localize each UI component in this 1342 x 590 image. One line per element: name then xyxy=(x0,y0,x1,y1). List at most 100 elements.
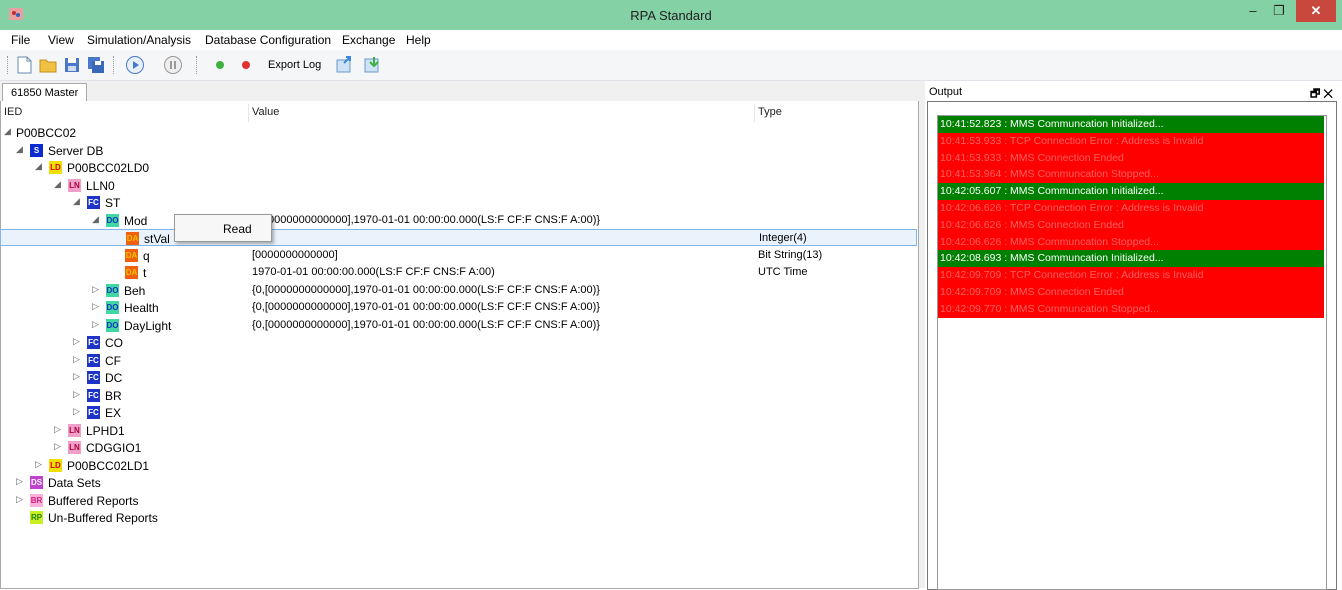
collapsed-arrow-icon[interactable]: ▷ xyxy=(54,441,61,452)
collapsed-arrow-icon[interactable]: ▷ xyxy=(73,336,80,347)
menu-view[interactable]: View xyxy=(48,33,74,47)
collapsed-arrow-icon[interactable]: ▷ xyxy=(35,459,42,470)
menu-help[interactable]: Help xyxy=(406,33,431,47)
tree-row[interactable]: ▷ DO DayLight {0,[0000000000000],1970-01-01… xyxy=(0,317,917,334)
maximize-button[interactable]: ❐ xyxy=(1266,0,1292,22)
tree-node-label: CF xyxy=(105,353,121,368)
collapsed-arrow-icon[interactable]: ▷ xyxy=(92,284,99,295)
tab-61850-master[interactable]: 61850 Master xyxy=(2,83,88,102)
log-line: 10:42:06.626 : TCP Connection Error : Ad… xyxy=(938,200,1324,217)
tree-row[interactable]: ◢ LN LLN0 xyxy=(0,177,917,194)
tree-row[interactable]: ◢ FC ST xyxy=(0,194,917,211)
menu-exchange[interactable]: Exchange xyxy=(342,33,395,47)
column-header-ied[interactable]: IED xyxy=(4,106,22,118)
tree-row[interactable]: ◢ LD P00BCC02LD0 xyxy=(0,159,917,176)
tree-row[interactable]: ▷ DO Beh {0,[0000000000000],1970-01-01 00:0… xyxy=(0,282,917,299)
tree-node-label: Beh xyxy=(124,283,146,298)
collapsed-arrow-icon[interactable]: ▷ xyxy=(73,354,80,365)
fc-badge-icon: FC xyxy=(87,353,100,367)
collapsed-arrow-icon[interactable]: ▷ xyxy=(73,371,80,382)
tree-node-type: Integer(4) xyxy=(759,232,807,244)
tree-row[interactable]: DA q [0000000000000] Bit String(13) xyxy=(0,247,917,264)
minimize-button[interactable]: – xyxy=(1240,0,1266,22)
do-badge-icon: DO xyxy=(106,318,119,332)
expanded-arrow-icon[interactable]: ◢ xyxy=(4,126,11,137)
export-log-button[interactable]: Export Log xyxy=(268,59,321,71)
green-dot-icon[interactable] xyxy=(210,55,230,75)
log-line: 10:41:53.933 : TCP Connection Error : Ad… xyxy=(938,132,1324,150)
column-header-type[interactable]: Type xyxy=(758,106,782,118)
save-all-icon[interactable] xyxy=(86,55,106,75)
tree-row[interactable]: ▷ DO Health {0,[0000000000000],1970-01-01 0… xyxy=(0,299,917,316)
expanded-arrow-icon[interactable]: ◢ xyxy=(35,161,42,172)
tree-node-label: Health xyxy=(124,301,159,315)
collapsed-arrow-icon[interactable]: ▷ xyxy=(73,389,80,400)
tree-row[interactable]: DA t 1970-01-01 00:00:00.000(LS:F CF:F CNS… xyxy=(0,264,917,281)
tree-node-label: CDGGIO1 xyxy=(86,441,142,455)
tree-node-label: EX xyxy=(105,406,122,420)
collapsed-arrow-icon[interactable]: ▷ xyxy=(92,319,99,330)
collapsed-arrow-icon[interactable]: ▷ xyxy=(92,301,99,312)
tree-row[interactable]: RP Un-Buffered Reports xyxy=(0,509,917,526)
tree-row[interactable]: ▷ FC BR xyxy=(0,387,917,404)
context-menu-read[interactable]: Read xyxy=(223,222,252,236)
column-header-value[interactable]: Value xyxy=(252,106,279,118)
menu-database-configuration[interactable]: Database Configuration xyxy=(205,33,331,47)
collapsed-arrow-icon[interactable]: ▷ xyxy=(16,476,23,487)
log-line: 10:42:08.693 : MMS Communcation Initiali… xyxy=(938,250,1324,268)
toolbar-grip xyxy=(7,56,8,74)
collapsed-arrow-icon[interactable]: ▷ xyxy=(73,406,80,417)
toolbar-separator xyxy=(113,56,114,74)
do-badge-icon: DO xyxy=(106,301,119,314)
tree-row[interactable]: ◢ P00BCC02 xyxy=(0,124,917,141)
close-button[interactable]: ✕ xyxy=(1296,0,1336,22)
tree-row[interactable]: DAstVal0Integer(4) xyxy=(0,229,917,246)
expanded-arrow-icon[interactable]: ◢ xyxy=(54,179,61,190)
window-title: RPA Standard xyxy=(630,8,712,23)
play-icon[interactable] xyxy=(125,55,145,75)
context-menu: Read xyxy=(174,214,272,242)
expanded-arrow-icon[interactable]: ◢ xyxy=(73,196,80,207)
tree-node-label: LLN0 xyxy=(86,178,115,193)
tree-row[interactable]: ▷ LD P00BCC02LD1 xyxy=(0,457,917,474)
export-icon[interactable] xyxy=(334,55,354,75)
tab-strip: 61850 Master xyxy=(0,81,919,102)
tree-row[interactable]: ▷ BR Buffered Reports xyxy=(0,492,917,509)
tree-node-type: Bit String(13) xyxy=(758,248,823,261)
menu-simulation-analysis[interactable]: Simulation/Analysis xyxy=(87,33,191,47)
tree-row[interactable]: ▷ LN CDGGIO1 xyxy=(0,439,917,456)
tree-row[interactable]: ▷ FC EX xyxy=(0,404,917,421)
log-line: 10:42:06.626 : MMS Communcation Stopped.… xyxy=(938,233,1324,251)
expanded-arrow-icon[interactable]: ◢ xyxy=(16,144,23,155)
pane-splitter[interactable] xyxy=(919,81,925,588)
tree-node-label: ST xyxy=(105,196,121,210)
collapsed-arrow-icon[interactable]: ▷ xyxy=(16,494,23,505)
tree-row[interactable]: ▷ FC CO xyxy=(0,334,917,351)
da-badge-icon: DA xyxy=(126,232,139,245)
open-folder-icon[interactable] xyxy=(38,55,58,75)
log-line: 10:42:09.709 : TCP Connection Error : Ad… xyxy=(938,267,1324,285)
tree-node-value: 0000000000000],1970-01-01 00:00:00.000(L… xyxy=(268,213,601,226)
output-panel-header: Output 🗗 ✕ xyxy=(925,83,1342,101)
log-line: 10:41:52.823 : MMS Communcation Initiali… xyxy=(938,116,1324,133)
tree-row[interactable]: ◢ DO Mod 0000000000000],1970-01-01 00:00:00… xyxy=(0,212,917,229)
new-file-icon[interactable] xyxy=(14,55,34,75)
tree-node-label: P00BCC02 xyxy=(16,126,77,140)
column-separator[interactable] xyxy=(754,104,755,122)
tree-row[interactable]: ◢ S Server DB xyxy=(0,142,917,159)
tree-row[interactable]: ▷ FC CF xyxy=(0,352,917,369)
tree-row[interactable]: ▷ DS Data Sets xyxy=(0,474,917,491)
tree-node-value: [0000000000000] xyxy=(252,248,338,261)
collapsed-arrow-icon[interactable]: ▷ xyxy=(54,424,61,435)
menu-file[interactable]: File xyxy=(11,33,30,47)
tree-row[interactable]: ▷ LN LPHD1 xyxy=(0,422,917,439)
tree-node-label: t xyxy=(143,266,147,280)
red-dot-icon[interactable] xyxy=(236,55,256,75)
import-icon[interactable] xyxy=(362,55,382,75)
tree-row[interactable]: ▷ FC DC xyxy=(0,369,917,386)
column-separator[interactable] xyxy=(248,104,249,122)
pause-icon[interactable] xyxy=(163,55,183,75)
expanded-arrow-icon[interactable]: ◢ xyxy=(92,214,99,225)
tree-node-label: DC xyxy=(105,371,123,385)
save-icon[interactable] xyxy=(62,55,82,75)
